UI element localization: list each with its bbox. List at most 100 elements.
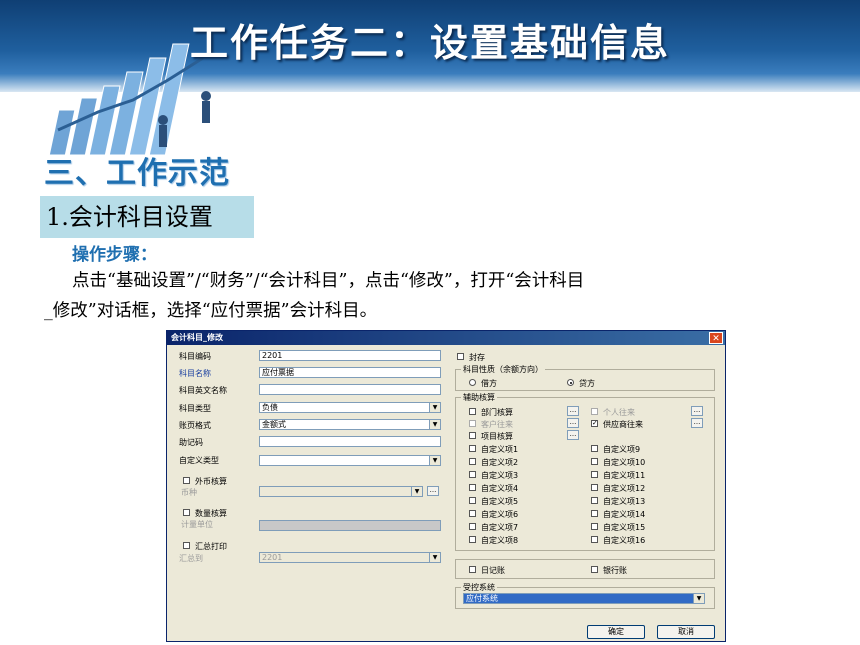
account-modify-dialog: 会计科目_修改 ✕ 科目编码 2201 科目名称 应付票据 科目英文名称 科目类… [166, 330, 726, 642]
supplier-browse-button[interactable]: ... [691, 418, 703, 428]
custom-item-label: 自定义项6 [481, 510, 519, 519]
custom-item-label: 自定义项15 [603, 523, 646, 532]
supplier-label: 供应商往来 [603, 420, 643, 429]
custom-item-checkbox[interactable] [591, 471, 598, 478]
custom-item-label: 自定义项12 [603, 484, 646, 493]
sealed-checkbox[interactable] [457, 353, 464, 360]
custom-type-select[interactable]: ▼ [259, 455, 441, 466]
summary-to-select[interactable]: 2201 ▼ [259, 552, 441, 563]
mnemonic-input[interactable] [259, 436, 441, 447]
project-browse-button[interactable]: ... [567, 430, 579, 440]
en-name-label: 科目英文名称 [179, 386, 227, 395]
custom-item-checkbox[interactable] [469, 523, 476, 530]
control-system-select[interactable]: 应付系统 ▼ [463, 593, 705, 604]
custom-item-label: 自定义项14 [603, 510, 646, 519]
dept-browse-button[interactable]: ... [567, 406, 579, 416]
custom-item-label: 自定义项3 [481, 471, 519, 480]
custom-item-label: 自定义项2 [481, 458, 519, 467]
dialog-titlebar: 会计科目_修改 [167, 331, 725, 345]
summary-label: 汇总打印 [195, 542, 227, 551]
chevron-down-icon[interactable]: ▼ [429, 456, 440, 465]
mnemonic-label: 助记码 [179, 438, 203, 447]
custom-item-label: 自定义项4 [481, 484, 519, 493]
custom-item-checkbox[interactable] [591, 484, 598, 491]
debit-radio[interactable] [469, 379, 476, 386]
cancel-button[interactable]: 取消 [657, 625, 715, 639]
sealed-label: 封存 [469, 353, 485, 362]
summary-to-value: 2201 [262, 553, 283, 562]
code-label: 科目编码 [179, 352, 211, 361]
currency-label: 币种 [181, 488, 197, 497]
control-system-value: 应付系统 [466, 594, 498, 603]
nature-group-caption: 科目性质（余额方向） [461, 364, 545, 375]
custom-item-checkbox[interactable] [591, 458, 598, 465]
custom-item-checkbox[interactable] [469, 510, 476, 517]
control-group-caption: 受控系统 [461, 582, 497, 593]
type-select[interactable]: 负债 ▼ [259, 402, 441, 413]
currency-browse-button[interactable]: ... [427, 486, 439, 496]
unit-input[interactable] [259, 520, 441, 531]
name-label: 科目名称 [179, 369, 211, 378]
custom-item-checkbox[interactable] [591, 523, 598, 530]
en-name-input[interactable] [259, 384, 441, 395]
chevron-down-icon[interactable]: ▼ [693, 594, 704, 603]
custom-item-label: 自定义项7 [481, 523, 519, 532]
custom-item-checkbox[interactable] [469, 484, 476, 491]
custom-item-checkbox[interactable] [591, 497, 598, 504]
format-value: 金额式 [262, 420, 286, 429]
quantity-checkbox[interactable] [183, 509, 190, 516]
close-icon[interactable]: ✕ [709, 332, 723, 344]
credit-radio[interactable] [567, 379, 574, 386]
custom-item-label: 自定义项11 [603, 471, 646, 480]
chevron-down-icon[interactable]: ▼ [411, 487, 422, 496]
bank-label: 银行账 [603, 566, 627, 575]
instruction-line-1: 点击“基础设置”/“财务”/“会计科目”，点击“修改”，打开“会计科目 [72, 271, 585, 291]
summary-checkbox[interactable] [183, 542, 190, 549]
instruction-line-2: _修改”对话框，选择“应付票据”会计科目。 [44, 301, 378, 321]
bank-checkbox[interactable] [591, 566, 598, 573]
type-value: 负债 [262, 403, 278, 412]
summary-to-label: 汇总到 [179, 554, 203, 563]
supplier-checkbox[interactable]: ✓ [591, 420, 598, 427]
journal-checkbox[interactable] [469, 566, 476, 573]
custom-item-label: 自定义项8 [481, 536, 519, 545]
customer-checkbox[interactable] [469, 420, 476, 427]
dept-label: 部门核算 [481, 408, 513, 417]
custom-item-checkbox[interactable] [591, 445, 598, 452]
code-input[interactable]: 2201 [259, 350, 441, 361]
personal-browse-button[interactable]: ... [691, 406, 703, 416]
custom-item-checkbox[interactable] [469, 497, 476, 504]
format-label: 账页格式 [179, 421, 211, 430]
credit-label: 贷方 [579, 379, 595, 388]
custom-item-checkbox[interactable] [591, 536, 598, 543]
dept-checkbox[interactable] [469, 408, 476, 415]
foreign-label: 外币核算 [195, 477, 227, 486]
format-select[interactable]: 金额式 ▼ [259, 419, 441, 430]
custom-item-label: 自定义项9 [603, 445, 641, 454]
instruction-paragraph: 点击“基础设置”/“财务”/“会计科目”，点击“修改”，打开“会计科目 _修改”… [44, 266, 854, 326]
custom-item-checkbox[interactable] [591, 510, 598, 517]
custom-item-checkbox[interactable] [469, 536, 476, 543]
currency-select[interactable]: ▼ [259, 486, 423, 497]
quantity-label: 数量核算 [195, 509, 227, 518]
ok-button[interactable]: 确定 [587, 625, 645, 639]
custom-item-checkbox[interactable] [469, 471, 476, 478]
custom-item-checkbox[interactable] [469, 445, 476, 452]
foreign-checkbox[interactable] [183, 477, 190, 484]
customer-browse-button[interactable]: ... [567, 418, 579, 428]
custom-item-checkbox[interactable] [469, 458, 476, 465]
subsection-heading: 1.会计科目设置 [40, 196, 254, 238]
chevron-down-icon[interactable]: ▼ [429, 420, 440, 429]
personal-checkbox[interactable] [591, 408, 598, 415]
slide-title: 工作任务二：设置基础信息 [189, 21, 670, 65]
name-input[interactable]: 应付票据 [259, 367, 441, 378]
debit-label: 借方 [481, 379, 497, 388]
customer-label: 客户往来 [481, 420, 513, 429]
chevron-down-icon[interactable]: ▼ [429, 553, 440, 562]
section-heading: 三、工作示范 [44, 156, 230, 191]
project-checkbox[interactable] [469, 432, 476, 439]
steps-heading: 操作步骤： [72, 245, 157, 265]
custom-item-label: 自定义项10 [603, 458, 646, 467]
dialog-title: 会计科目_修改 [171, 333, 223, 342]
chevron-down-icon[interactable]: ▼ [429, 403, 440, 412]
